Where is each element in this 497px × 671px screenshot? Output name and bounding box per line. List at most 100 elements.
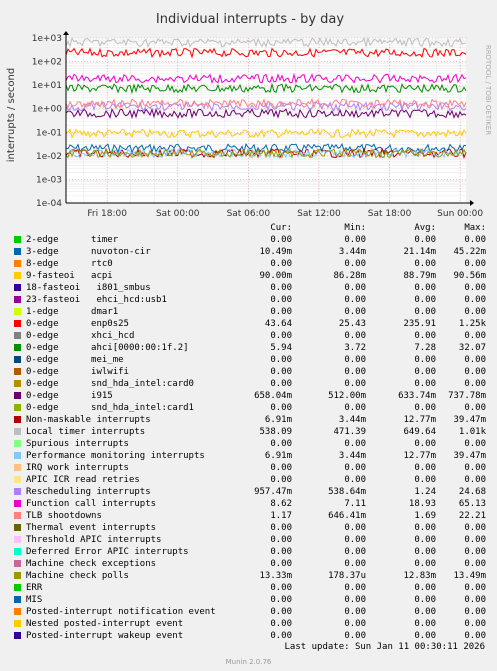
legend-item: IRQ work interrupts 0.00 0.00 0.00 0.00	[12, 462, 492, 474]
legend-cur-value: 0.00	[270, 475, 292, 485]
legend-item: Deferred Error APIC interrupts 0.00 0.00 0.…	[12, 546, 492, 558]
legend-min-value: 0.00	[344, 607, 366, 617]
legend-avg-value: 0.00	[414, 535, 436, 545]
legend-avg-value: 235.91	[403, 319, 436, 329]
legend-cur-value: 10.49m	[259, 247, 292, 257]
legend-max-value: 1.01k	[458, 427, 486, 437]
legend-max-value: 0.00	[464, 607, 486, 617]
legend-cur-value: 6.91m	[264, 451, 292, 461]
legend-min-value: 3.44m	[338, 247, 366, 257]
legend-avg-value: 0.00	[414, 475, 436, 485]
legend-series-name: 0-edge snd_hda_intel:card1	[26, 403, 194, 413]
legend-cur-value: 43.64	[264, 319, 292, 329]
legend-avg-value: 0.00	[414, 307, 436, 317]
legend-avg-value: 0.00	[414, 331, 436, 341]
legend-cur-value: 0.00	[270, 619, 292, 629]
legend-header-max: Max:	[464, 223, 486, 233]
legend-cur-value: 0.00	[270, 235, 292, 245]
legend-series-name: ERR	[26, 583, 43, 593]
y-tick-label: 1e+01	[32, 81, 62, 91]
legend-cur-value: 0.00	[270, 523, 292, 533]
legend-max-value: 0.00	[464, 307, 486, 317]
legend-avg-value: 0.00	[414, 259, 436, 269]
legend-item: 9-fasteoi acpi 90.00m 86.28m 88.79m 90.56m	[12, 270, 492, 282]
legend-avg-value: 0.00	[414, 439, 436, 449]
legend-min-value: 0.00	[344, 439, 366, 449]
legend-cur-value: 0.00	[270, 355, 292, 365]
legend-min-value: 25.43	[338, 319, 366, 329]
legend-swatch	[14, 620, 21, 627]
legend-max-value: 0.00	[464, 295, 486, 305]
legend-min-value: 0.00	[344, 463, 366, 473]
legend-swatch	[14, 284, 21, 291]
legend-header-avg: Avg:	[414, 223, 436, 233]
legend-max-value: 0.00	[464, 235, 486, 245]
legend-swatch	[14, 260, 21, 267]
chart-area: Individual interrupts - by day interrupt…	[6, 12, 492, 219]
legend-avg-value: 0.00	[414, 619, 436, 629]
legend-swatch	[14, 296, 21, 303]
legend-swatch	[14, 476, 21, 483]
legend-series-name: Thermal event interrupts	[26, 523, 157, 533]
y-axis-label: interrupts / second	[6, 68, 17, 162]
legend-series-name: Posted-interrupt wakeup event	[26, 631, 184, 641]
munin-version: Munin 2.0.76	[225, 658, 272, 666]
legend-swatch	[14, 272, 21, 279]
legend-min-value: 0.00	[344, 379, 366, 389]
legend-series-name: APIC ICR read retries	[26, 475, 140, 485]
legend-avg-value: 12.83m	[403, 571, 436, 581]
legend-max-value: 39.47m	[453, 415, 486, 425]
legend-cur-value: 8.62	[270, 499, 292, 509]
x-tick-label: Sun 00:00	[437, 209, 483, 219]
legend-min-value: 0.00	[344, 331, 366, 341]
legend-series-name: 0-edge snd_hda_intel:card0	[26, 379, 194, 389]
x-tick-label: Sat 18:00	[368, 209, 412, 219]
legend-series-name: 2-edge timer	[26, 235, 119, 245]
legend-swatch	[14, 404, 21, 411]
legend-swatch	[14, 416, 21, 423]
legend-swatch	[14, 512, 21, 519]
legend-max-value: 737.78m	[448, 391, 486, 401]
legend-cur-value: 13.33m	[259, 571, 292, 581]
legend-avg-value: 7.28	[414, 343, 436, 353]
legend-series-name: 0-edge i915	[26, 391, 113, 401]
legend-item: TLB shootdowns 1.17 646.41m 1.69 22.21	[12, 510, 492, 522]
legend-avg-value: 0.00	[414, 595, 436, 605]
legend-item: 1-edge dmar1 0.00 0.00 0.00 0.00	[12, 306, 492, 318]
legend-min-value: 0.00	[344, 559, 366, 569]
legend-max-value: 22.21	[458, 511, 486, 521]
legend-avg-value: 0.00	[414, 355, 436, 365]
legend-avg-value: 0.00	[414, 283, 436, 293]
legend-cur-value: 538.09	[259, 427, 292, 437]
legend-cur-value: 0.00	[270, 403, 292, 413]
legend-min-value: 86.28m	[333, 271, 366, 281]
y-tick-labels: 1e+03 1e+02 1e+01 1e+00 1e-01 1e-02 1e-03 1e-04	[32, 34, 63, 209]
legend-swatch	[14, 548, 21, 555]
legend-item: Local timer interrupts 538.09 471.39 649.64…	[12, 426, 492, 438]
legend-max-value: 0.00	[464, 403, 486, 413]
legend-item: Posted-interrupt notification event 0.00 0…	[12, 606, 492, 618]
legend-swatch	[14, 332, 21, 339]
y-axis-arrow	[63, 31, 69, 35]
legend-cur-value: 90.00m	[259, 271, 292, 281]
x-tick-label: Sat 12:00	[297, 209, 341, 219]
legend-series-name: 0-edge mei_me	[26, 355, 124, 365]
y-tick-label: 1e+00	[32, 105, 63, 115]
legend-avg-value: 0.00	[414, 235, 436, 245]
legend-swatch	[14, 500, 21, 507]
legend-max-value: 0.00	[464, 547, 486, 557]
legend-max-value: 0.00	[464, 283, 486, 293]
legend-cur-value: 0.00	[270, 607, 292, 617]
legend-avg-value: 88.79m	[403, 271, 436, 281]
legend-min-value: 512.00m	[328, 391, 366, 401]
legend-avg-value: 0.00	[414, 295, 436, 305]
legend-avg-value: 0.00	[414, 523, 436, 533]
legend-cur-value: 0.00	[270, 331, 292, 341]
legend-cur-value: 0.00	[270, 439, 292, 449]
legend-series-name: 1-edge dmar1	[26, 307, 119, 317]
legend-swatch	[14, 572, 21, 579]
legend-header: Cur: Min: Avg: Max:	[12, 222, 492, 234]
last-update: Last update: Sun Jan 11 00:30:11 2026	[284, 642, 485, 652]
legend-avg-value: 0.00	[414, 403, 436, 413]
legend-avg-value: 0.00	[414, 583, 436, 593]
